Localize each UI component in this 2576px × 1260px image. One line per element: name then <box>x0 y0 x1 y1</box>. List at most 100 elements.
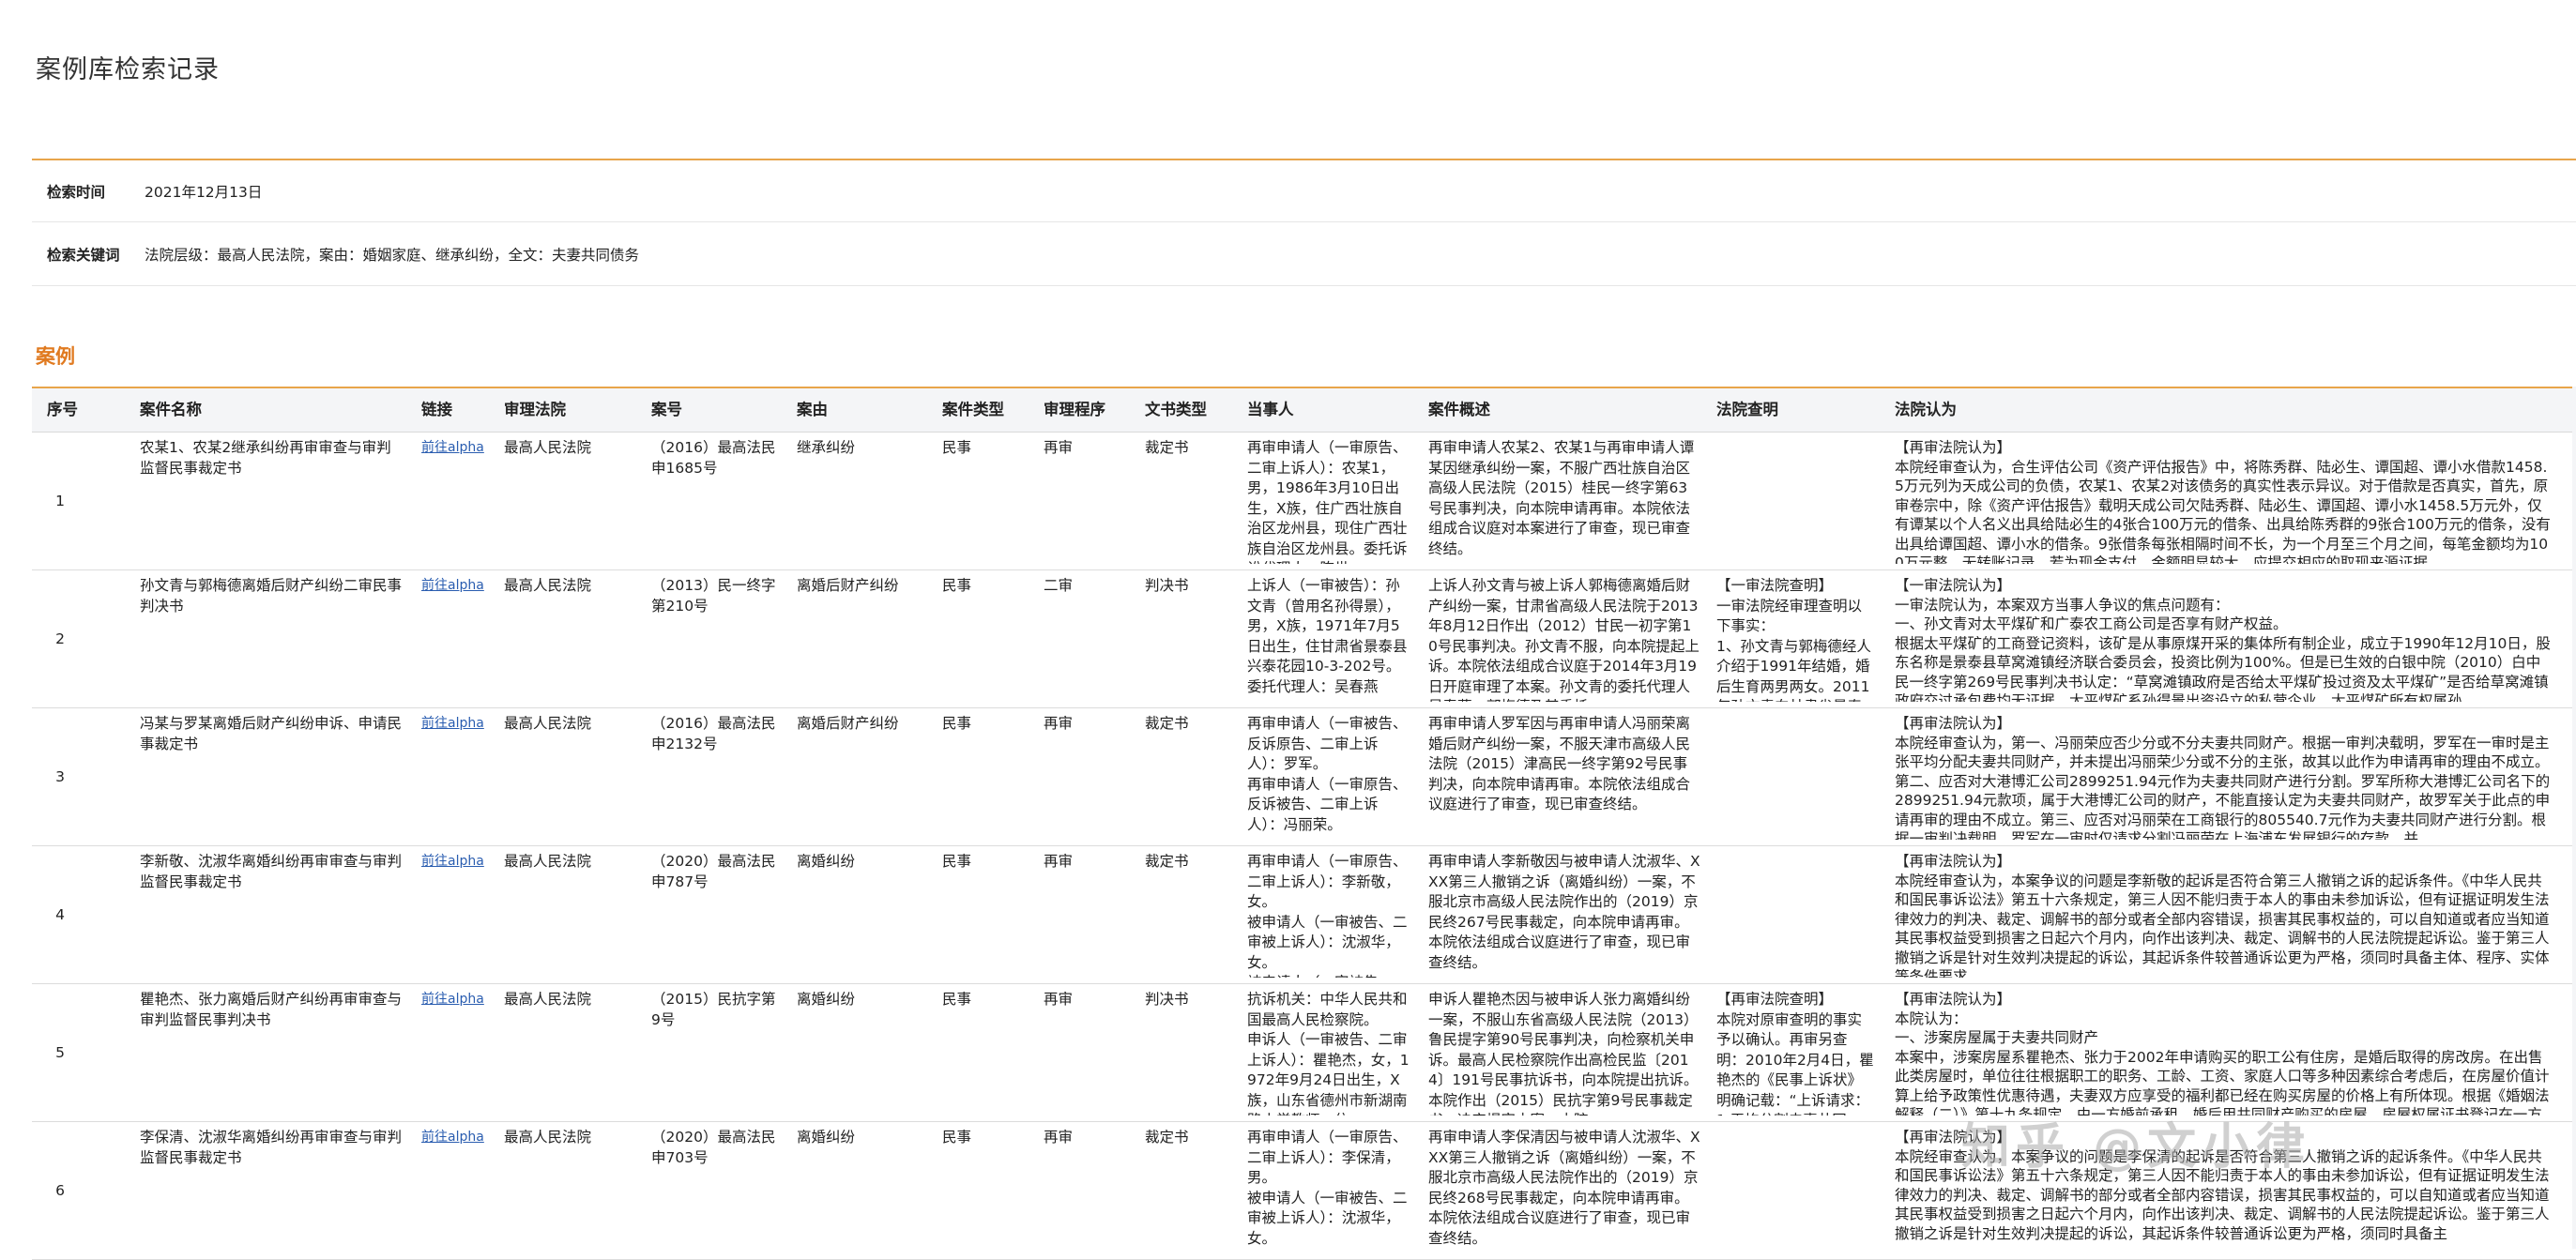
cell-link[interactable]: 前往alpha <box>421 438 487 459</box>
cell-seq: 4 <box>55 906 65 923</box>
th-case-no: 案号 <box>651 401 682 418</box>
th-case-type: 案件类型 <box>942 401 1004 418</box>
cell-seq: 2 <box>55 630 65 647</box>
search-time-row: 检索时间 2021年12月13日 <box>32 161 2576 222</box>
cell-opinion: 【再审法院认为】 本院经审查认为，第一、冯丽荣应否少分或不分夫妻共同财产。根据一… <box>1895 715 2551 840</box>
cell-case-name: 李保清、沈淑华离婚纠纷再审审查与审判监督民事裁定书 <box>140 1129 403 1166</box>
cell-summary: 再审申请人罗军因与再审申请人冯丽荣离婚后财产纠纷一案，不服天津市高级人民法院（2… <box>1428 715 1691 812</box>
table-right-edge <box>2572 387 2576 1249</box>
cell-link[interactable]: 前往alpha <box>421 990 487 1010</box>
cell-parties: 再审申请人（一审原告、二审上诉人）：李新敬，女。 被申请人（一审被告、二审被上诉… <box>1247 853 1408 978</box>
th-opinion: 法院认为 <box>1895 401 1957 418</box>
th-findings: 法院查明 <box>1716 401 1778 418</box>
cell-parties: 再审申请人（一审被告、反诉原告、二审上诉人）：罗军。 再审申请人（一审原告、反诉… <box>1247 715 1408 833</box>
cell-doc-type: 判决书 <box>1145 577 1189 594</box>
orange-divider <box>32 159 2576 160</box>
th-link: 链接 <box>421 401 452 418</box>
cell-seq: 3 <box>55 768 65 785</box>
cell-court: 最高人民法院 <box>504 439 592 456</box>
cell-case-no: （2016）最高法民申1685号 <box>651 439 776 477</box>
cell-seq: 5 <box>55 1044 65 1061</box>
cell-findings: 【一审法院查明】 一审法院经审理查明以下事实： 1、孙文青与郭梅德经人介绍于19… <box>1716 577 1871 702</box>
cell-seq: 6 <box>55 1182 65 1199</box>
cell-procedure: 再审 <box>1044 715 1074 732</box>
cell-opinion: 【再审法院认为】 本院经审查认为，合生评估公司《资产评估报告》中，将陈秀群、陆必… <box>1895 439 2551 564</box>
cell-summary: 再审申请人农某2、农某1与再审申请人谭某因继承纠纷一案，不服广西壮族自治区高级人… <box>1428 439 1695 557</box>
cell-opinion: 【再审法院认为】 本院经审查认为，本案争议的问题是李保清的起诉是否符合第三人撤销… <box>1895 1129 2550 1242</box>
cell-case-type: 民事 <box>942 715 972 732</box>
page-title: 案例库检索记录 <box>36 55 220 84</box>
cell-doc-type: 裁定书 <box>1145 715 1189 732</box>
cases-table: 序号 案件名称 链接 审理法院 案号 案由 案件类型 审理程序 文书类型 当事人 案件概述 法院查明 法… <box>32 387 2576 1260</box>
cell-case-type: 民事 <box>942 991 972 1008</box>
cell-parties: 抗诉机关：中华人民共和国最高人民检察院。 申诉人（一审被告、二审上诉人）：瞿艳杰… <box>1247 991 1410 1116</box>
th-doc-type: 文书类型 <box>1145 401 1207 418</box>
cell-procedure: 再审 <box>1044 991 1074 1008</box>
cell-doc-type: 裁定书 <box>1145 1129 1189 1146</box>
search-keyword-row: 检索关键词 法院层级：最高人民法院，案由：婚姻家庭、继承纠纷，全文：夫妻共同债务 <box>32 223 2576 286</box>
cell-case-type: 民事 <box>942 1129 972 1146</box>
cell-court: 最高人民法院 <box>504 577 592 594</box>
cell-case-name: 冯某与罗某离婚后财产纠纷申诉、申请民事裁定书 <box>140 715 403 752</box>
table-row: 1 农某1、农某2继承纠纷再审审查与审判监督民事裁定书 前往alpha 最高人民法院 （… <box>32 433 2576 570</box>
table-row: 3 冯某与罗某离婚后财产纠纷申诉、申请民事裁定书 前往alpha 最高人民法院 （201… <box>32 708 2576 846</box>
search-time-value: 2021年12月13日 <box>145 184 263 201</box>
cell-opinion: 【再审法院认为】 本院认为： 一、涉案房屋属于夫妻共同财产 本案中，涉案房屋系瞿… <box>1895 991 2550 1116</box>
cell-doc-type: 裁定书 <box>1145 439 1189 456</box>
th-procedure: 审理程序 <box>1044 401 1105 418</box>
cell-seq: 1 <box>55 493 65 509</box>
cell-link[interactable]: 前往alpha <box>421 714 487 735</box>
table-row: 4 李新敬、沈淑华离婚纠纷再审审查与审判监督民事裁定书 前往alpha 最高人民法院 （… <box>32 846 2576 984</box>
th-case-name: 案件名称 <box>140 401 202 418</box>
cell-court: 最高人民法院 <box>504 853 592 870</box>
cell-parties: 再审申请人（一审原告、二审上诉人）：农某1，男，1986年3月10日出生，X族，… <box>1247 439 1408 564</box>
cell-summary: 申诉人瞿艳杰因与被申诉人张力离婚纠纷一案，不服山东省高级人民法院（2013）鲁民… <box>1428 991 1699 1116</box>
cell-procedure: 再审 <box>1044 1129 1074 1146</box>
cell-procedure: 再审 <box>1044 439 1074 456</box>
cell-summary: 再审申请人李新敬因与被申请人沈淑华、XXX第三人撤销之诉（离婚纠纷）一案，不服北… <box>1428 853 1700 971</box>
th-summary: 案件概述 <box>1428 401 1490 418</box>
table-row: 2 孙文青与郭梅德离婚后财产纠纷二审民事判决书 前往alpha 最高人民法院 （2013… <box>32 570 2576 708</box>
cell-case-no: （2016）最高法民申2132号 <box>651 715 776 752</box>
cell-cause: 离婚纠纷 <box>797 853 856 870</box>
th-seq: 序号 <box>47 401 78 418</box>
cell-case-type: 民事 <box>942 577 972 594</box>
cell-procedure: 再审 <box>1044 853 1074 870</box>
cell-link[interactable]: 前往alpha <box>421 576 487 597</box>
cell-doc-type: 裁定书 <box>1145 853 1189 870</box>
cell-case-type: 民事 <box>942 439 972 456</box>
cell-findings: 【再审法院查明】 本院对原审查明的事实予以确认。再审另查明：2010年2月4日，… <box>1716 991 1874 1116</box>
search-keyword-value: 法院层级：最高人民法院，案由：婚姻家庭、继承纠纷，全文：夫妻共同债务 <box>145 247 640 264</box>
cell-summary: 上诉人孙文青与被上诉人郭梅德离婚后财产纠纷一案，甘肃省高级人民法院于2013年8… <box>1428 577 1700 702</box>
search-time-label: 检索时间 <box>47 184 106 201</box>
section-title-cases: 案例 <box>36 345 75 368</box>
cell-case-no: （2020）最高法民申703号 <box>651 1129 776 1166</box>
cell-parties: 上诉人（一审被告）：孙文青（曾用名孙得景），男，X族，1971年7月5日出生，住… <box>1247 577 1408 695</box>
search-keyword-label: 检索关键词 <box>47 247 120 264</box>
cell-case-name: 李新敬、沈淑华离婚纠纷再审审查与审判监督民事裁定书 <box>140 853 403 890</box>
cell-procedure: 二审 <box>1044 577 1074 594</box>
cell-link[interactable]: 前往alpha <box>421 852 487 873</box>
th-parties: 当事人 <box>1247 401 1294 418</box>
cell-cause: 离婚后财产纠纷 <box>797 715 899 732</box>
cell-parties: 再审申请人（一审原告、二审上诉人）：李保清，男。 被申请人（一审被告、二审被上诉… <box>1247 1129 1408 1247</box>
cell-cause: 离婚纠纷 <box>797 1129 856 1146</box>
cell-cause: 离婚后财产纠纷 <box>797 577 899 594</box>
cell-opinion: 【一审法院认为】 一审法院认为，本案双方当事人争议的焦点问题有： 一、孙文青对太… <box>1895 577 2551 702</box>
table-header: 序号 案件名称 链接 审理法院 案号 案由 案件类型 审理程序 文书类型 当事人 案件概述 法院查明 法… <box>32 388 2576 433</box>
cell-case-type: 民事 <box>942 853 972 870</box>
cell-case-name: 孙文青与郭梅德离婚后财产纠纷二审民事判决书 <box>140 577 403 615</box>
cell-court: 最高人民法院 <box>504 991 592 1008</box>
table-body: 1 农某1、农某2继承纠纷再审审查与审判监督民事裁定书 前往alpha 最高人民法院（… <box>32 433 2576 1260</box>
cell-link[interactable]: 前往alpha <box>421 1128 487 1148</box>
cell-court: 最高人民法院 <box>504 1129 592 1146</box>
table-row: 5 瞿艳杰、张力离婚后财产纠纷再审审查与审判监督民事判决书 前往alpha 最高人民法… <box>32 984 2576 1122</box>
cell-case-no: （2013）民一终字第210号 <box>651 577 776 615</box>
table-row: 6 李保清、沈淑华离婚纠纷再审审查与审判监督民事裁定书 前往alpha 最高人民法院 （… <box>32 1122 2576 1260</box>
cell-summary: 再审申请人李保清因与被申请人沈淑华、XXX第三人撤销之诉（离婚纠纷）一案，不服北… <box>1428 1129 1700 1247</box>
cell-case-no: （2015）民抗字第9号 <box>651 991 776 1028</box>
cell-cause: 离婚纠纷 <box>797 991 856 1008</box>
cell-case-no: （2020）最高法民申787号 <box>651 853 776 890</box>
cell-cause: 继承纠纷 <box>797 439 856 456</box>
cell-case-name: 农某1、农某2继承纠纷再审审查与审判监督民事裁定书 <box>140 439 391 477</box>
